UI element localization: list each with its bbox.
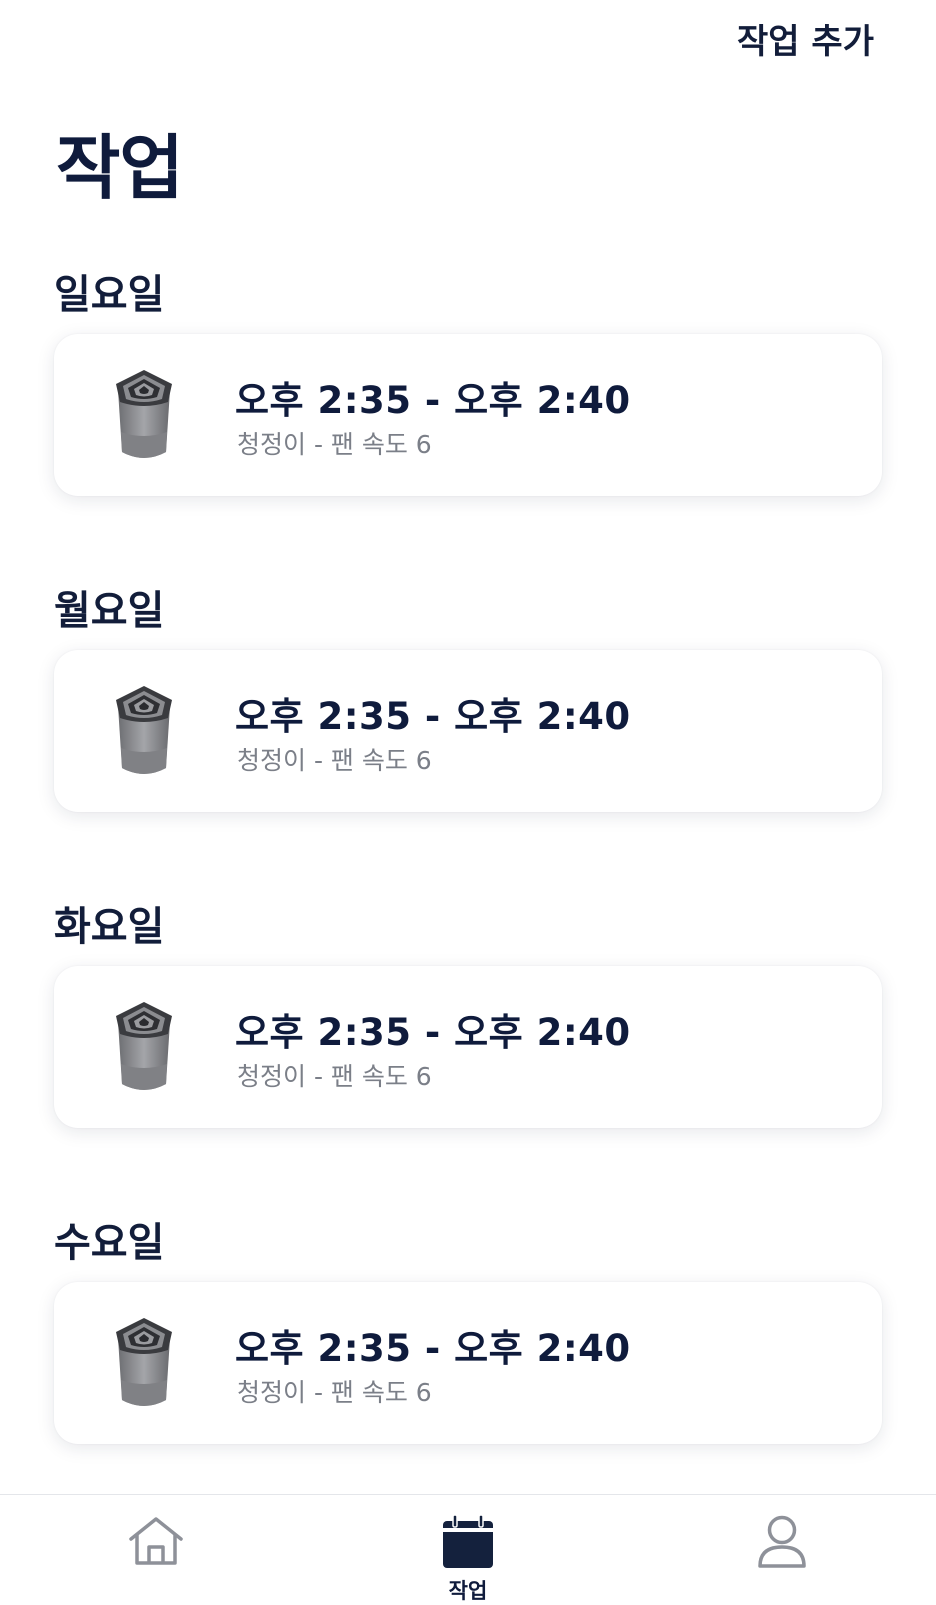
home-icon <box>129 1517 183 1565</box>
task-time-range: 오후 2:35 - 오후 2:40 <box>235 1327 631 1370</box>
nav-label-tasks: 작업 <box>448 1579 488 1603</box>
task-time-range: 오후 2:35 - 오후 2:40 <box>235 379 631 422</box>
task-detail: 청정이 - 팬 속도 6 <box>237 746 432 775</box>
air-purifier-icon <box>116 1318 172 1406</box>
task-card[interactable]: 오후 2:35 - 오후 2:40 청정이 - 팬 속도 6 <box>54 650 882 812</box>
tasks-screen: 작업 추가 작업 일요일 오후 2:35 - 오후 2:40 청정이 - 팬 속… <box>0 0 936 1605</box>
nav-item-tasks[interactable]: 작업 <box>388 1495 548 1605</box>
task-detail: 청정이 - 팬 속도 6 <box>237 1062 432 1091</box>
day-label: 화요일 <box>54 904 165 950</box>
task-time-range: 오후 2:35 - 오후 2:40 <box>235 695 631 738</box>
air-purifier-icon <box>116 686 172 774</box>
day-label: 일요일 <box>54 272 165 318</box>
task-time-range: 오후 2:35 - 오후 2:40 <box>235 1011 631 1054</box>
air-purifier-icon <box>116 370 172 458</box>
nav-item-profile[interactable] <box>702 1495 862 1605</box>
task-detail: 청정이 - 팬 속도 6 <box>237 430 432 459</box>
task-card[interactable]: 오후 2:35 - 오후 2:40 청정이 - 팬 속도 6 <box>54 334 882 496</box>
air-purifier-icon <box>116 1002 172 1090</box>
page-title: 작업 <box>56 127 184 209</box>
profile-icon <box>758 1515 806 1568</box>
day-label: 월요일 <box>54 588 165 634</box>
add-task-button[interactable]: 작업 추가 <box>737 14 874 63</box>
calendar-icon <box>443 1515 493 1568</box>
task-card[interactable]: 오후 2:35 - 오후 2:40 청정이 - 팬 속도 6 <box>54 966 882 1128</box>
day-label: 수요일 <box>54 1220 165 1266</box>
task-card[interactable]: 오후 2:35 - 오후 2:40 청정이 - 팬 속도 6 <box>54 1282 882 1444</box>
task-detail: 청정이 - 팬 속도 6 <box>237 1378 432 1407</box>
nav-item-home[interactable] <box>76 1495 236 1605</box>
bottom-nav: 작업 <box>0 1494 936 1605</box>
